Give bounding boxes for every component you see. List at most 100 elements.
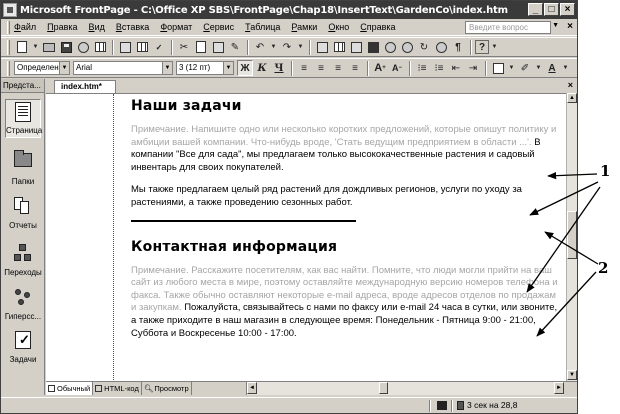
highlight-button[interactable]: ✐ [517, 60, 533, 76]
close-document-button[interactable]: × [567, 21, 573, 32]
minimize-button[interactable]: _ [528, 3, 543, 16]
formatting-toolbar-grip[interactable] [7, 60, 10, 76]
document-tab-index[interactable]: index.htm* [54, 80, 116, 93]
view-navigation[interactable]: Переходы [1, 242, 45, 277]
redo-dropdown-icon[interactable]: ▼ [296, 39, 305, 55]
format-painter-button[interactable]: ✎ [227, 39, 243, 55]
menu-insert[interactable]: Вставка [116, 22, 149, 32]
page-editor[interactable]: Наши задачи Примечание. Напишите одно ил… [46, 93, 566, 381]
increase-font-size-button[interactable]: A + [372, 60, 388, 76]
menu-format[interactable]: Формат [160, 22, 192, 32]
tab-preview[interactable]: 🔍︎ Просмотр [142, 382, 192, 395]
new-page-button[interactable] [14, 39, 30, 55]
print-button[interactable] [117, 39, 133, 55]
insert-table-button[interactable] [331, 39, 347, 55]
frontpage-app-icon[interactable] [3, 3, 17, 17]
italic-button[interactable]: К [254, 60, 270, 76]
paragraph-contact[interactable]: Примечание. Расскажите посетителям, как … [131, 265, 563, 341]
paragraph-services[interactable]: Мы также предлагаем целый ряд растений д… [131, 184, 563, 209]
ask-question-dropdown-icon[interactable]: ▼ [552, 22, 559, 29]
menu-table[interactable]: Таблица [245, 22, 280, 32]
heading-our-goals[interactable]: Наши задачи [131, 98, 563, 114]
redo-button[interactable]: ↷ [279, 39, 295, 55]
view-hyperlinks[interactable]: Гиперсс... [1, 286, 45, 321]
help-button[interactable]: ? [475, 40, 489, 54]
insert-picture-button[interactable] [365, 39, 381, 55]
tab-normal[interactable]: Обычный [46, 382, 94, 395]
close-tab-button[interactable]: × [568, 80, 573, 90]
font-color-button[interactable]: A [544, 60, 560, 76]
font-dropdown-icon[interactable]: ▼ [162, 62, 172, 74]
horizontal-rule[interactable] [131, 219, 356, 222]
align-right-button[interactable]: ≡ [330, 60, 346, 76]
font-size-combo[interactable]: 3 (12 пт) ▼ [176, 61, 234, 75]
style-combo[interactable]: Определен ▼ [14, 61, 70, 75]
help-dropdown-icon[interactable]: ▼ [490, 39, 499, 55]
open-button[interactable] [41, 39, 57, 55]
menu-edit[interactable]: Правка [47, 22, 77, 32]
standard-toolbar-grip[interactable] [7, 39, 10, 55]
borders-button[interactable] [490, 60, 506, 76]
vertical-scrollbar[interactable]: ▲ ▼ [566, 93, 577, 381]
horizontal-scroll-thumb[interactable] [379, 382, 388, 394]
stop-button[interactable] [433, 39, 449, 55]
justify-button[interactable]: ≡ [347, 60, 363, 76]
menu-view[interactable]: Вид [89, 22, 105, 32]
tab-html[interactable]: HTML-код [93, 382, 142, 395]
view-tasks[interactable]: Задачи [1, 329, 45, 364]
menu-frames[interactable]: Рамки [291, 22, 317, 32]
decrease-font-size-button[interactable]: A − [389, 60, 405, 76]
font-size-dropdown-icon[interactable]: ▼ [223, 62, 233, 74]
preview-in-browser-button[interactable] [134, 39, 150, 55]
publish-button[interactable] [92, 39, 108, 55]
undo-dropdown-icon[interactable]: ▼ [269, 39, 278, 55]
menu-help[interactable]: Справка [360, 22, 395, 32]
undo-button[interactable]: ↶ [252, 39, 268, 55]
underline-button[interactable]: Ч [271, 60, 287, 76]
paste-button[interactable] [210, 39, 226, 55]
document-content[interactable]: Наши задачи Примечание. Напишите одно ил… [131, 98, 563, 350]
align-center-button[interactable]: ≡ [313, 60, 329, 76]
maximize-button[interactable]: □ [544, 3, 559, 16]
view-page[interactable]: Страница [1, 99, 45, 138]
save-button[interactable] [58, 39, 74, 55]
decrease-indent-button[interactable]: ⇤ [448, 60, 464, 76]
font-combo[interactable]: Arial ▼ [73, 61, 173, 75]
heading-contact-info[interactable]: Контактная информация [131, 239, 563, 255]
paragraph-goals[interactable]: Примечание. Напишите одно или несколько … [131, 124, 563, 174]
numbering-button[interactable]: ⁝≡ [414, 60, 430, 76]
view-folders[interactable]: Папки [1, 149, 45, 186]
search-button[interactable] [75, 39, 91, 55]
bullets-button[interactable]: ⁝≡ [431, 60, 447, 76]
scroll-down-button[interactable]: ▼ [567, 370, 577, 380]
menu-window[interactable]: Окно [328, 22, 349, 32]
web-component-button[interactable] [314, 39, 330, 55]
new-dropdown-icon[interactable]: ▼ [31, 39, 40, 55]
cut-button[interactable]: ✂ [176, 39, 192, 55]
borders-dropdown-icon[interactable]: ▼ [507, 60, 516, 76]
scroll-left-button[interactable]: ◄ [247, 382, 257, 394]
text-contact[interactable]: Пожалуйста, связывайтесь с нами по факсу… [131, 302, 557, 338]
scroll-up-button[interactable]: ▲ [567, 93, 577, 103]
style-dropdown-icon[interactable]: ▼ [59, 62, 69, 74]
align-left-button[interactable]: ≡ [296, 60, 312, 76]
copy-button[interactable] [193, 39, 209, 55]
highlight-dropdown-icon[interactable]: ▼ [534, 60, 543, 76]
horizontal-scrollbar[interactable]: ◄ ► [246, 382, 564, 395]
menu-tools[interactable]: Сервис [203, 22, 234, 32]
font-color-dropdown-icon[interactable]: ▼ [561, 60, 570, 76]
bold-button[interactable]: Ж [237, 60, 253, 76]
comment-goals[interactable]: Примечание. Напишите одно или несколько … [131, 124, 556, 148]
menu-bar-grip[interactable] [7, 20, 10, 34]
insert-layer-button[interactable] [348, 39, 364, 55]
ask-question-input[interactable]: Введите вопрос [465, 21, 551, 34]
hyperlink-button[interactable] [399, 39, 415, 55]
menu-file[interactable]: Файл [14, 22, 36, 32]
close-window-button[interactable]: × [560, 3, 575, 16]
increase-indent-button[interactable]: ⇥ [465, 60, 481, 76]
vertical-scroll-thumb[interactable] [567, 211, 577, 259]
drawing-button[interactable] [382, 39, 398, 55]
refresh-button[interactable]: ↻ [416, 39, 432, 55]
scroll-right-button[interactable]: ► [554, 382, 564, 394]
show-all-button[interactable]: ¶ [450, 39, 466, 55]
